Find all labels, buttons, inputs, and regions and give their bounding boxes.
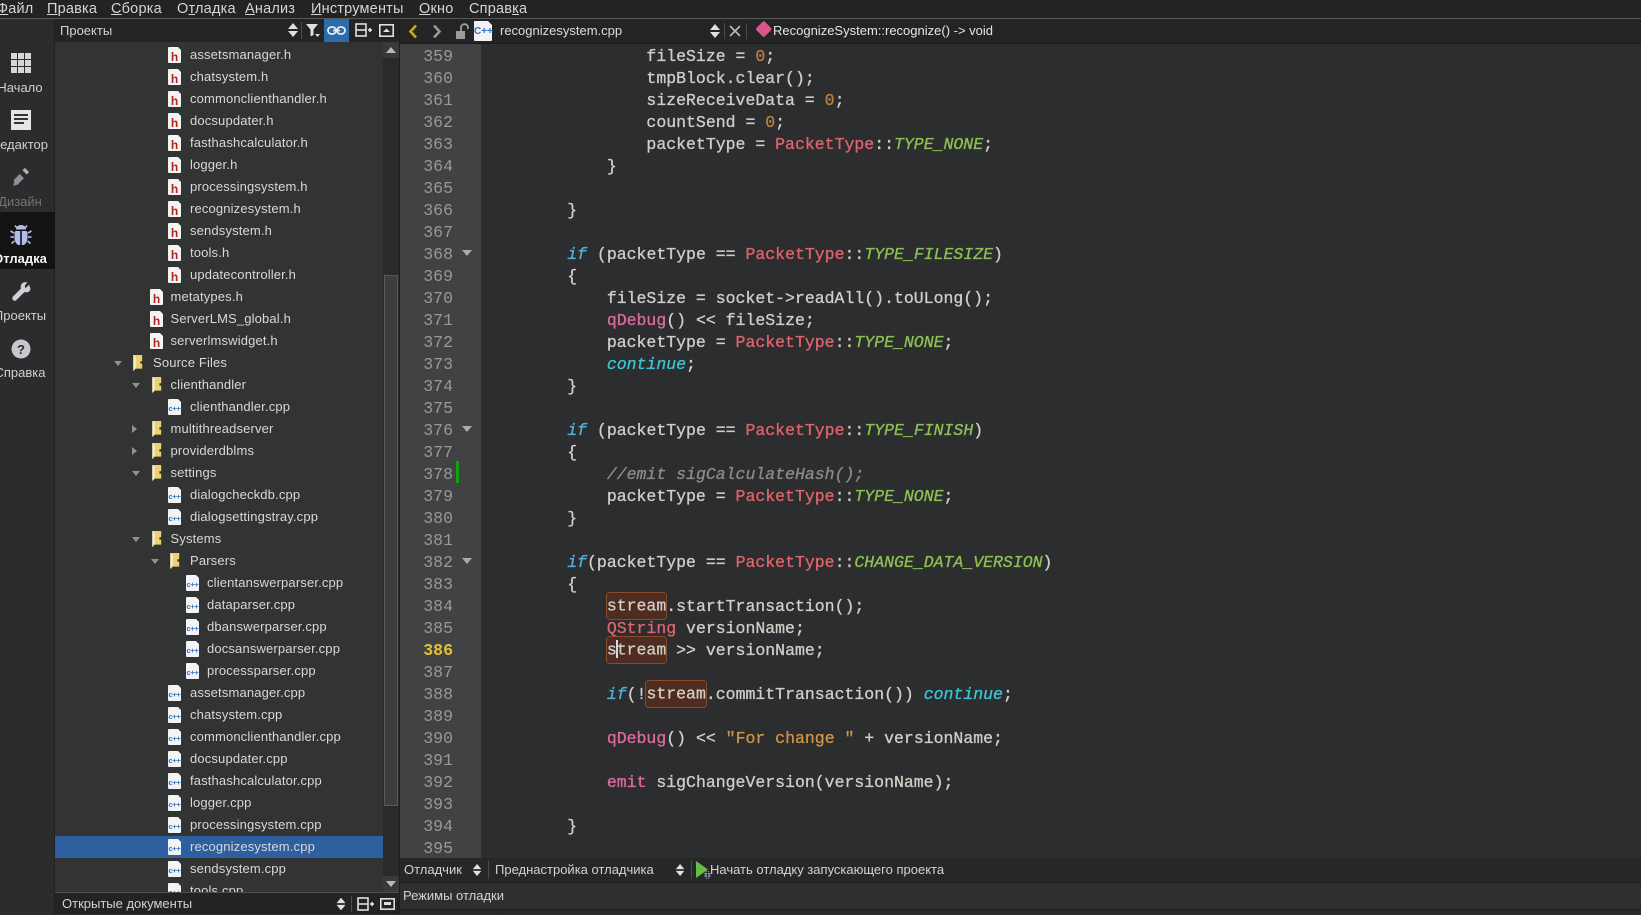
svg-text:?: ? bbox=[17, 342, 25, 357]
